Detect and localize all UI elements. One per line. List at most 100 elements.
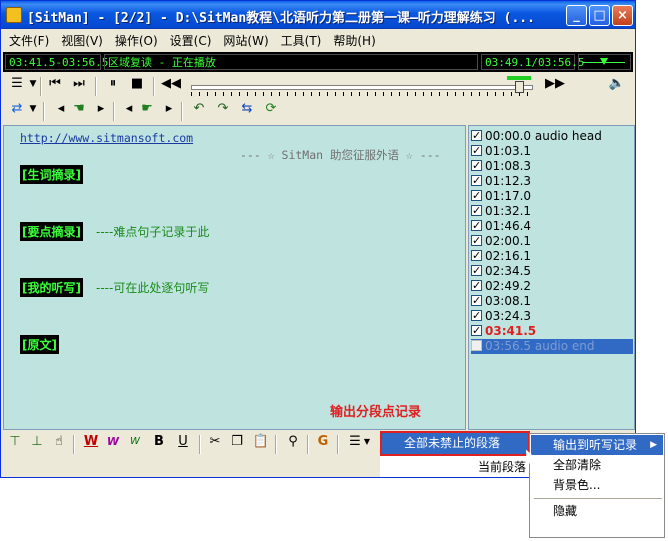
hand-right-icon[interactable]: ☛ (137, 99, 157, 119)
list-item[interactable]: 03:08.1 (471, 293, 531, 309)
menu-item-clear-all[interactable]: 全部清除 (531, 455, 601, 475)
hand-left-icon[interactable]: ☚ (69, 99, 89, 119)
pause-icon[interactable]: ⏸ (103, 74, 123, 94)
sitman-window: [SitMan] - [2/2] - D:\SitMan教程\北语听力第二册第一… (0, 0, 636, 478)
loop-segment-icon[interactable]: ⇆ (237, 99, 257, 119)
loop-right-icon[interactable]: ↷ (213, 99, 233, 119)
bold-button[interactable]: B (149, 432, 169, 452)
list-item[interactable]: 02:16.1 (471, 248, 531, 264)
website-link[interactable]: http://www.sitmansoft.com (20, 131, 193, 145)
segment-checkbox[interactable] (471, 128, 482, 143)
google-search-icon[interactable]: G (313, 432, 333, 452)
toolbar-separator (73, 435, 75, 454)
segment-checkbox[interactable] (471, 308, 482, 323)
chevron-down-icon[interactable]: ▼ (357, 432, 377, 452)
text-pane[interactable]: http://www.sitmansoft.com --- ☆ SitMan 助… (3, 125, 466, 430)
segment-checkbox[interactable] (471, 248, 482, 263)
list-item[interactable]: 03:24.3 (471, 308, 531, 324)
segment-checkbox[interactable] (471, 293, 482, 308)
loop-left-icon[interactable]: ↶ (189, 99, 209, 119)
list-item[interactable]: 01:03.1 (471, 143, 531, 159)
menu-tools[interactable]: 工具(T) (275, 32, 328, 49)
list-item[interactable]: 00:00.0 audio head (471, 128, 602, 144)
list-item[interactable]: 02:34.5 (471, 263, 531, 279)
segment-checkbox[interactable] (471, 143, 482, 158)
segment-checkbox[interactable] (471, 278, 482, 293)
toolbar-separator (43, 102, 45, 121)
toolbar-separator (307, 435, 309, 454)
menu-item-all-enabled-segments[interactable]: 全部未禁止的段落 (380, 431, 530, 456)
menu-item-export-dictation[interactable]: 输出到听写记录 ▶ (531, 435, 663, 455)
list-item[interactable]: 02:00.1 (471, 233, 531, 249)
toolbar-separator (337, 435, 339, 454)
selected-list-item[interactable]: 03:56.5 audio end (471, 339, 633, 354)
segment-toolbar: ⇄ ▼ ◂ ☚ ▸ ◂ ☛ ▸ ↶ ↷ ⇆ ⟳ (3, 99, 633, 124)
next-mark-icon[interactable]: ▸ (159, 99, 179, 119)
paste-icon[interactable]: 📋 (251, 432, 271, 452)
previous-mark-icon[interactable]: ◂ (119, 99, 139, 119)
close-button[interactable]: × (612, 5, 633, 26)
list-item[interactable]: 01:08.3 (471, 158, 531, 174)
menu-help[interactable]: 帮助(H) (327, 32, 381, 49)
key-points-note: ----难点句子记录于此 (96, 225, 210, 239)
title-bar[interactable]: [SitMan] - [2/2] - D:\SitMan教程\北语听力第二册第一… (1, 1, 635, 29)
segment-checkbox[interactable] (471, 323, 482, 338)
small-font-button[interactable]: W (125, 432, 145, 452)
refresh-icon[interactable]: ⟳ (261, 99, 281, 119)
insert-time-icon[interactable]: ⊥ (27, 432, 47, 452)
list-item[interactable]: 01:46.4 (471, 218, 531, 234)
maximize-button[interactable]: □ (589, 5, 610, 26)
current-segment-item[interactable]: 03:41.5 (471, 323, 536, 339)
menu-operation[interactable]: 操作(O) (109, 32, 164, 49)
insert-mark-icon[interactable]: ⊤ (5, 432, 25, 452)
list-item[interactable]: 01:32.1 (471, 203, 531, 219)
italic-color-button[interactable]: W (103, 432, 123, 452)
transport-toolbar: ☰ ▼ ⏮ ⏭ ⏸ ■ ◀◀ ▶▶ 🔈 (3, 74, 633, 99)
rewind-icon[interactable]: ◀◀ (161, 74, 181, 94)
chevron-down-icon[interactable]: ▼ (23, 99, 43, 119)
segment-checkbox[interactable] (471, 218, 482, 233)
speaker-icon[interactable]: 🔈 (607, 74, 627, 94)
menu-item-hide[interactable]: 隐藏 (531, 501, 577, 521)
hand-edit-icon[interactable]: ☝ (49, 432, 69, 452)
volume-meter (578, 54, 631, 70)
window-title: [SitMan] - [2/2] - D:\SitMan教程\北语听力第二册第一… (27, 11, 535, 26)
slider-thumb[interactable] (515, 81, 524, 93)
list-item[interactable]: 02:49.2 (471, 278, 531, 294)
toolbar-separator (40, 77, 42, 96)
fast-forward-icon[interactable]: ▶▶ (545, 74, 565, 94)
segment-list[interactable]: 00:00.0 audio head 01:03.1 01:08.3 01:12… (468, 125, 635, 430)
minimize-button[interactable]: _ (566, 5, 587, 26)
segment-checkbox[interactable] (471, 233, 482, 248)
section-dictation: [我的听写] (20, 278, 83, 297)
font-color-button[interactable]: W (81, 432, 101, 452)
menu-website[interactable]: 网站(W) (217, 32, 274, 49)
stop-icon[interactable]: ■ (127, 74, 147, 94)
menu-item-background-color[interactable]: 背景色... (531, 475, 600, 495)
menu-view[interactable]: 视图(V) (55, 32, 109, 49)
cut-icon[interactable]: ✂ (205, 432, 225, 452)
menu-file[interactable]: 文件(F) (3, 32, 55, 49)
position-slider[interactable] (189, 76, 539, 96)
skip-next-icon[interactable]: ⏭ (69, 74, 89, 94)
segment-checkbox[interactable] (471, 173, 482, 188)
copy-icon[interactable]: ❐ (227, 432, 247, 452)
skip-previous-icon[interactable]: ⏮ (45, 74, 65, 94)
segment-checkbox[interactable] (471, 263, 482, 278)
segment-checkbox[interactable] (471, 158, 482, 173)
status-bar: 03:41.5-03:56.5 区域复读 - 正在播放 03:49.1/03:5… (3, 52, 633, 72)
list-item[interactable]: 01:12.3 (471, 173, 531, 189)
section-key-points: [要点摘录] (20, 222, 83, 241)
menu-settings[interactable]: 设置(C) (164, 32, 218, 49)
underline-button[interactable]: U (173, 432, 193, 452)
menu-bar: 文件(F) 视图(V) 操作(O) 设置(C) 网站(W) 工具(T) 帮助(H… (1, 30, 635, 50)
segment-checkbox[interactable] (471, 203, 482, 218)
previous-segment-icon[interactable]: ◂ (51, 99, 71, 119)
segment-checkbox[interactable] (471, 340, 482, 351)
next-segment-icon[interactable]: ▸ (91, 99, 111, 119)
app-icon (6, 7, 22, 23)
list-item[interactable]: 01:17.0 (471, 188, 531, 204)
menu-item-current-segment[interactable]: 当前段落 (476, 457, 530, 477)
segment-checkbox[interactable] (471, 188, 482, 203)
find-icon[interactable]: ⚲ (283, 432, 303, 452)
